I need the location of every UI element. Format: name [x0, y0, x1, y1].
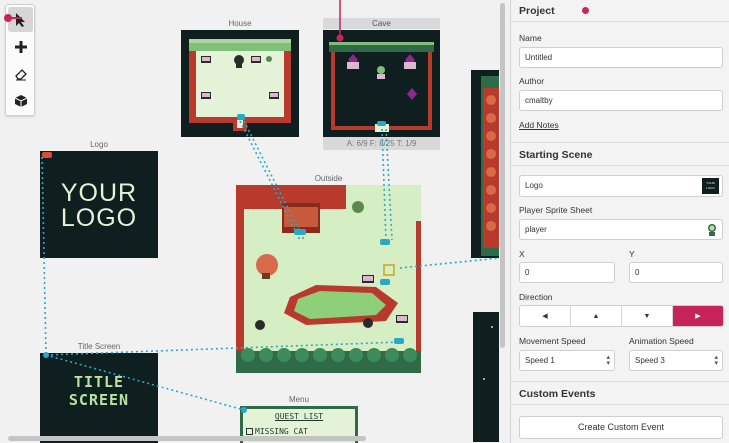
name-label: Name [519, 33, 542, 43]
section-header-project: Project [511, 0, 729, 22]
properties-sidebar: Project Name Untitled Author cmaltby Add… [510, 0, 729, 443]
section-header-custom-events: Custom Events [511, 381, 729, 405]
vertical-scrollbar[interactable] [500, 3, 505, 348]
animation-speed-select[interactable]: Speed 3 ▴ ▾ [629, 350, 723, 371]
sprite-select[interactable]: player [519, 219, 723, 240]
direction-right-button[interactable]: ▶ [673, 306, 723, 326]
name-input[interactable]: Untitled [519, 47, 723, 68]
cube-icon [14, 94, 27, 107]
vertical-scrollbar-track [499, 0, 506, 443]
direction-up-button[interactable]: ▲ [571, 306, 622, 326]
direction-toggle-group: ◀ ▲ ▼ ▶ [519, 305, 724, 327]
scene-connections [41, 0, 501, 413]
direction-down-button[interactable]: ▼ [622, 306, 673, 326]
y-input[interactable]: 0 [629, 262, 723, 283]
eraser-tool-button[interactable] [8, 61, 33, 86]
plus-icon [14, 40, 27, 53]
y-label: Y [629, 249, 635, 259]
starting-scene-select[interactable]: Logo YOUR LOGO [519, 175, 723, 197]
collision-tool-button[interactable] [8, 88, 33, 113]
movement-speed-select[interactable]: Speed 1 ▴ ▾ [519, 350, 615, 371]
movement-speed-value: Speed 1 [525, 356, 555, 365]
cursor-icon [15, 12, 25, 27]
animation-speed-label: Animation Speed [629, 336, 694, 346]
direction-label: Direction [519, 292, 553, 302]
author-label: Author [519, 76, 545, 86]
select-tool-button[interactable] [8, 7, 33, 32]
player-sprite-icon [708, 224, 716, 236]
sprite-value: player [525, 225, 547, 234]
animation-speed-value: Speed 3 [635, 356, 665, 365]
sprite-label: Player Sprite Sheet [519, 205, 593, 215]
horizontal-scrollbar[interactable] [8, 436, 366, 441]
select-arrows-icon: ▴ ▾ [606, 354, 610, 367]
section-header-starting-scene: Starting Scene [511, 142, 729, 166]
author-input[interactable]: cmaltby [519, 90, 723, 111]
app-root: House Cave A: 6/9 F: 8/25 T: 1/9 Logo YO… [0, 0, 729, 443]
scene-thumbnail: YOUR LOGO [702, 178, 719, 194]
starting-scene-value: Logo [525, 181, 543, 190]
eraser-icon [14, 68, 27, 80]
create-custom-event-button[interactable]: Create Custom Event [519, 416, 723, 439]
direction-left-button[interactable]: ◀ [520, 306, 571, 326]
x-label: X [519, 249, 525, 259]
x-input[interactable]: 0 [519, 262, 615, 283]
project-marker-icon [582, 7, 589, 14]
add-tool-button[interactable] [8, 34, 33, 59]
movement-speed-label: Movement Speed [519, 336, 586, 346]
world-canvas[interactable]: House Cave A: 6/9 F: 8/25 T: 1/9 Logo YO… [0, 0, 502, 443]
selection-marker-line [10, 17, 22, 19]
add-notes-link[interactable]: Add Notes [519, 120, 559, 130]
select-arrows-icon: ▴ ▾ [714, 354, 718, 367]
